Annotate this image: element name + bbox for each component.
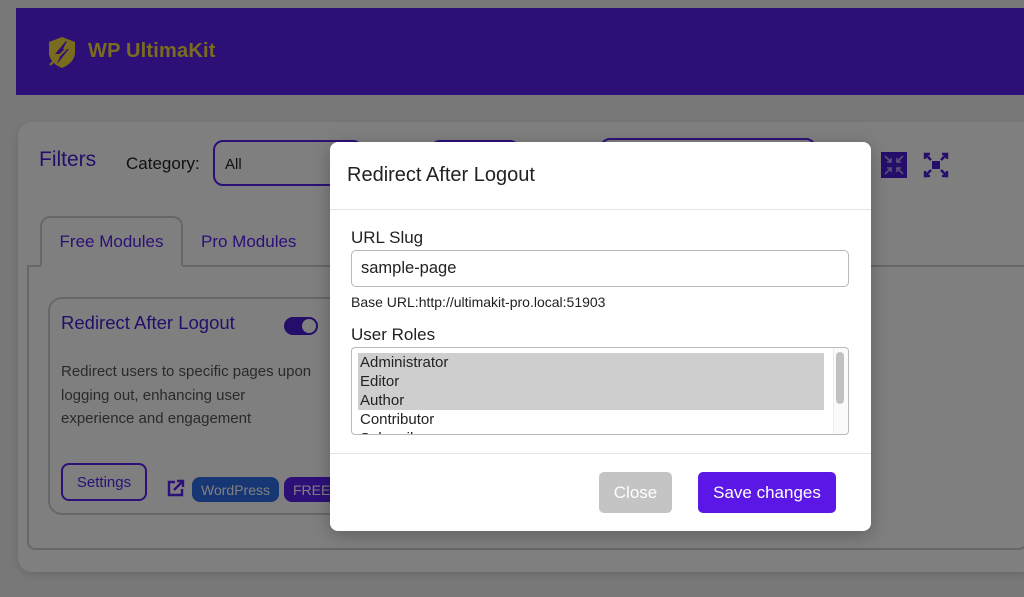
base-url-text: Base URL:http://ultimakit-pro.local:5190… — [351, 294, 606, 310]
url-slug-label: URL Slug — [351, 228, 424, 247]
user-roles-multiselect[interactable]: Administrator Editor Author Contributor … — [351, 347, 849, 435]
close-button[interactable]: Close — [599, 472, 672, 513]
user-roles-label: User Roles — [351, 325, 436, 344]
role-option-subscriber[interactable]: Subscriber — [358, 429, 824, 434]
modal-header: Redirect After Logout — [330, 142, 871, 210]
save-changes-button[interactable]: Save changes — [698, 472, 836, 513]
role-option-contributor[interactable]: Contributor — [358, 410, 824, 429]
roles-scrollbar-thumb[interactable] — [836, 352, 844, 404]
role-option-editor[interactable]: Editor — [358, 372, 824, 391]
role-option-author[interactable]: Author — [358, 391, 824, 410]
modal-footer: Close Save changes — [330, 454, 871, 530]
modal-title: Redirect After Logout — [347, 164, 535, 186]
redirect-settings-modal: Redirect After Logout URL Slug Base URL:… — [330, 142, 871, 531]
url-slug-input[interactable] — [351, 250, 849, 287]
roles-scrollbar[interactable] — [833, 348, 848, 434]
modal-body: URL Slug Base URL:http://ultimakit-pro.l… — [330, 210, 871, 454]
role-option-administrator[interactable]: Administrator — [358, 353, 824, 372]
